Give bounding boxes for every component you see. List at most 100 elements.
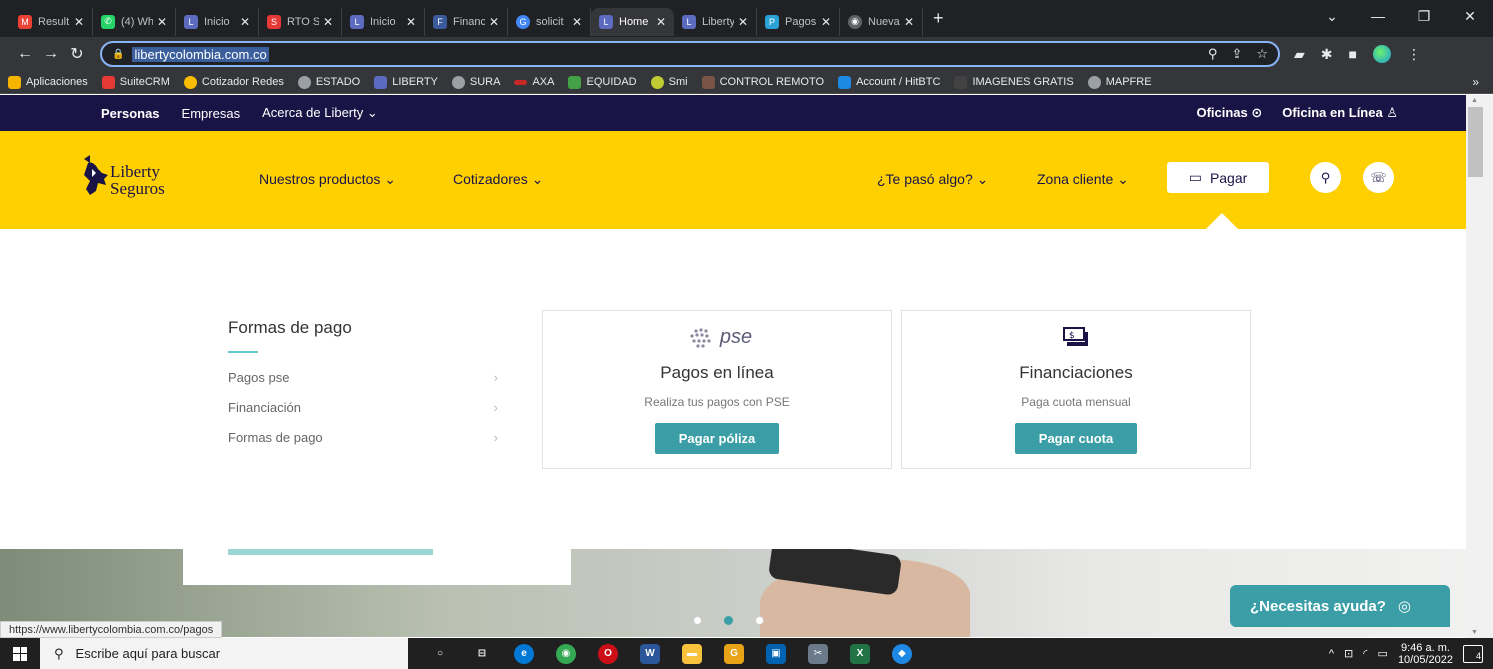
- chrome-icon[interactable]: ◉: [556, 643, 576, 664]
- menu-item-pagos-pse[interactable]: Pagos pse ›: [228, 370, 498, 385]
- nav-oficinas[interactable]: Oficinas ⊙: [1196, 105, 1262, 121]
- bookmark-item[interactable]: EQUIDAD: [568, 75, 637, 89]
- notification-center-icon[interactable]: 4: [1463, 644, 1483, 663]
- close-icon[interactable]: ✕: [240, 15, 250, 29]
- menu-item-financiacion[interactable]: Financiación ›: [228, 400, 498, 415]
- app-icon[interactable]: G: [724, 643, 744, 664]
- taskbar-search[interactable]: ⚲ Escribe aquí para buscar: [40, 638, 408, 669]
- menu-kebab-icon[interactable]: ⋮: [1407, 46, 1421, 63]
- help-button[interactable]: ¿Necesitas ayuda? ◎: [1230, 585, 1450, 627]
- nav-zona-cliente[interactable]: Zona cliente ⌄: [1037, 171, 1129, 188]
- bookmark-item[interactable]: Account / HitBTC: [838, 75, 940, 89]
- pagar-cuota-button[interactable]: Pagar cuota: [1015, 423, 1137, 454]
- snipping-tool-icon[interactable]: ✂: [808, 643, 828, 664]
- close-icon[interactable]: ✕: [904, 15, 914, 29]
- tab-0[interactable]: M Result ✕: [10, 7, 93, 36]
- tab-9[interactable]: P Pagos ✕: [757, 7, 840, 36]
- tab-1[interactable]: ✆ (4) Wh ✕: [93, 7, 176, 36]
- nav-oficina-linea[interactable]: Oficina en Línea ♙: [1282, 105, 1398, 121]
- nav-paso-algo[interactable]: ¿Te pasó algo? ⌄: [877, 171, 988, 188]
- nav-cotizadores[interactable]: Cotizadores ⌄: [453, 171, 543, 188]
- carousel-dot[interactable]: [755, 616, 764, 625]
- bookmark-item[interactable]: IMAGENES GRATIS: [954, 75, 1074, 89]
- close-icon[interactable]: ✕: [572, 15, 582, 29]
- scrollbar-thumb[interactable]: [1468, 107, 1483, 177]
- opera-icon[interactable]: O: [598, 643, 618, 664]
- tab-2[interactable]: L Inicio ✕: [176, 7, 259, 36]
- bookmark-item[interactable]: SuiteCRM: [101, 75, 170, 89]
- carousel-dot[interactable]: [693, 616, 702, 625]
- scroll-down-icon[interactable]: ▼: [1471, 629, 1478, 636]
- page-scrollbar[interactable]: ▲ ▼: [1466, 95, 1493, 638]
- nav-productos[interactable]: Nuestros productos ⌄: [259, 171, 396, 188]
- pagar-button[interactable]: ▭ Pagar: [1167, 162, 1269, 193]
- extension-icon[interactable]: ▰: [1294, 46, 1305, 63]
- restore-button[interactable]: ❐: [1401, 8, 1447, 25]
- bookmark-item[interactable]: LIBERTY: [374, 75, 438, 89]
- close-icon[interactable]: ✕: [74, 15, 84, 29]
- location-icon[interactable]: ⚲: [1208, 46, 1218, 62]
- address-bar[interactable]: 🔒 libertycolombia.com.co ⚲ ⇪ ☆: [100, 41, 1280, 67]
- carousel-dot-active[interactable]: [724, 616, 733, 625]
- new-tab-button[interactable]: +: [933, 8, 944, 29]
- more-bookmarks-icon[interactable]: »: [1472, 75, 1479, 89]
- nav-empresas[interactable]: Empresas: [182, 106, 241, 121]
- close-icon[interactable]: ✕: [738, 15, 748, 29]
- liberty-logo[interactable]: Liberty Seguros: [78, 155, 165, 201]
- share-icon[interactable]: ⇪: [1231, 46, 1242, 62]
- profile-avatar[interactable]: [1372, 45, 1391, 63]
- close-icon[interactable]: ✕: [821, 15, 831, 29]
- back-button[interactable]: ←: [12, 45, 38, 63]
- tablet-icon[interactable]: ⊡: [1344, 647, 1353, 660]
- chat-button[interactable]: ☏: [1363, 162, 1394, 193]
- close-icon[interactable]: ✕: [157, 15, 167, 29]
- reload-button[interactable]: ↻: [64, 44, 90, 64]
- tab-6[interactable]: Gsolicit ✕: [508, 7, 591, 36]
- start-button[interactable]: [0, 646, 40, 661]
- bookmark-item[interactable]: CONTROL REMOTO: [701, 75, 824, 89]
- edge-icon[interactable]: e: [514, 643, 534, 664]
- hero-card-button[interactable]: [228, 549, 433, 555]
- nav-acerca[interactable]: Acerca de Liberty ⌄: [262, 105, 378, 121]
- tab-search-icon[interactable]: ⌄: [1309, 8, 1355, 25]
- tab-4[interactable]: L Inicio ✕: [342, 7, 425, 36]
- tab-8[interactable]: L Liberty ✕: [674, 7, 757, 36]
- bookmark-item[interactable]: Smi: [650, 75, 688, 89]
- bookmark-item[interactable]: SURA: [451, 75, 500, 89]
- close-icon[interactable]: ✕: [406, 15, 416, 29]
- bookmark-item[interactable]: ESTADO: [297, 75, 360, 89]
- tab-10[interactable]: ◉ Nueva ✕: [840, 7, 923, 36]
- sidepanel-icon[interactable]: ■: [1349, 46, 1357, 62]
- app-bird-icon[interactable]: ◆: [892, 643, 912, 664]
- nav-personas[interactable]: Personas: [101, 106, 160, 121]
- scroll-up-icon[interactable]: ▲: [1471, 97, 1478, 104]
- chevron-up-icon[interactable]: ^: [1329, 648, 1334, 660]
- forward-button[interactable]: →: [38, 45, 64, 63]
- store-icon[interactable]: ▣: [766, 643, 786, 664]
- tab-5[interactable]: F Financ ✕: [425, 7, 508, 36]
- close-window-button[interactable]: ✕: [1447, 8, 1493, 25]
- tab-7-active[interactable]: L Home ✕: [591, 7, 674, 36]
- bookmark-star-icon[interactable]: ☆: [1256, 46, 1268, 62]
- task-view-icon[interactable]: ⊟: [472, 644, 492, 664]
- search-button[interactable]: ⚲: [1310, 162, 1341, 193]
- battery-icon[interactable]: ▭: [1378, 647, 1388, 660]
- puzzle-icon[interactable]: ✱: [1321, 46, 1333, 63]
- wifi-icon[interactable]: ◜: [1363, 647, 1367, 660]
- pagar-poliza-button[interactable]: Pagar póliza: [655, 423, 779, 454]
- tab-3[interactable]: S RTO S ✕: [259, 7, 342, 36]
- bookmark-item[interactable]: AXA: [514, 76, 554, 88]
- close-icon[interactable]: ✕: [489, 15, 499, 29]
- word-icon[interactable]: W: [640, 643, 660, 664]
- excel-icon[interactable]: X: [850, 643, 870, 664]
- bookmark-item[interactable]: Aplicaciones: [8, 75, 88, 89]
- minimize-button[interactable]: —: [1355, 8, 1401, 24]
- bookmark-item[interactable]: Cotizador Redes: [183, 75, 284, 89]
- close-icon[interactable]: ✕: [323, 15, 333, 29]
- lock-icon[interactable]: 🔒: [112, 49, 124, 60]
- close-icon[interactable]: ✕: [656, 15, 666, 29]
- clock[interactable]: 9:46 a. m. 10/05/2022: [1398, 642, 1453, 666]
- file-explorer-icon[interactable]: ▬: [682, 643, 702, 664]
- cortana-icon[interactable]: ○: [430, 644, 450, 664]
- menu-item-formas-pago[interactable]: Formas de pago ›: [228, 430, 498, 445]
